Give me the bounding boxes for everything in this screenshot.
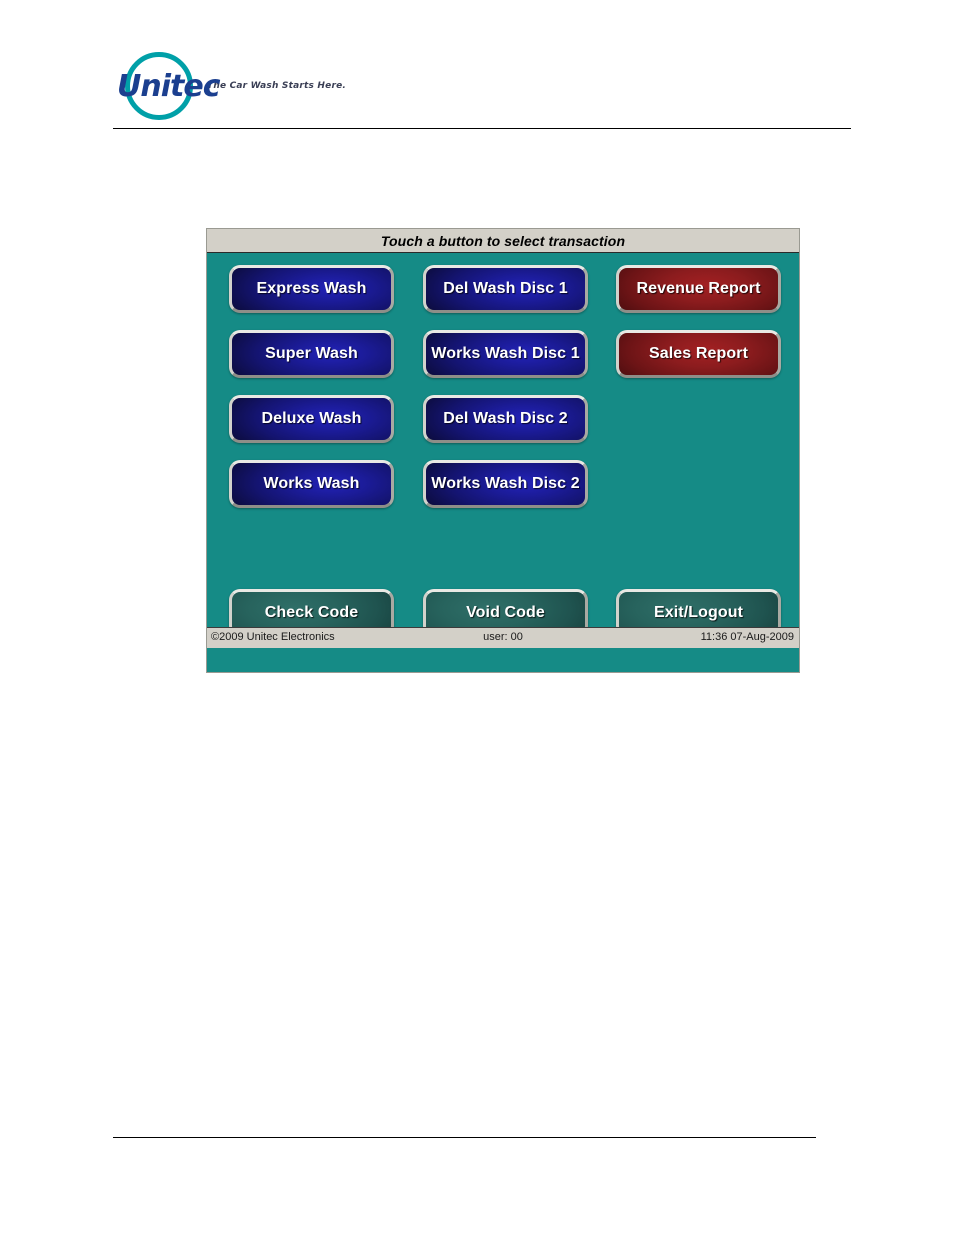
transaction-button-grid: Express Wash Super Wash Deluxe Wash Work… xyxy=(207,253,799,637)
pos-screenshot-panel: Touch a button to select transaction Exp… xyxy=(206,228,800,673)
button-label: Express Wash xyxy=(256,280,367,297)
header-divider xyxy=(113,128,851,129)
pos-body: Express Wash Super Wash Deluxe Wash Work… xyxy=(207,253,799,637)
pos-statusbar: ©2009 Unitec Electronics user: 00 11:36 … xyxy=(207,627,799,648)
button-express-wash[interactable]: Express Wash xyxy=(229,265,394,313)
button-label: Works Wash Disc 1 xyxy=(431,345,580,362)
button-works-wash-disc-2[interactable]: Works Wash Disc 2 xyxy=(423,460,588,508)
button-label: Del Wash Disc 1 xyxy=(443,280,568,297)
page-header: Unitec The Car Wash Starts Here. xyxy=(113,48,851,128)
button-label: Sales Report xyxy=(648,345,748,362)
pos-titlebar: Touch a button to select transaction xyxy=(207,229,799,253)
button-label: Works Wash xyxy=(263,475,360,492)
button-super-wash[interactable]: Super Wash xyxy=(229,330,394,378)
button-works-wash-disc-1[interactable]: Works Wash Disc 1 xyxy=(423,330,588,378)
button-label: Void Code xyxy=(466,604,545,621)
button-sales-report[interactable]: Sales Report xyxy=(616,330,781,378)
button-label: Deluxe Wash xyxy=(261,410,362,427)
unitec-logo: Unitec The Car Wash Starts Here. xyxy=(117,48,517,124)
button-del-wash-disc-2[interactable]: Del Wash Disc 2 xyxy=(423,395,588,443)
button-label: Check Code xyxy=(264,604,359,621)
button-works-wash[interactable]: Works Wash xyxy=(229,460,394,508)
button-deluxe-wash[interactable]: Deluxe Wash xyxy=(229,395,394,443)
statusbar-timestamp: 11:36 07-Aug-2009 xyxy=(700,631,794,643)
logo-wordmark: Unitec xyxy=(117,69,220,104)
logo-tagline: The Car Wash Starts Here. xyxy=(207,81,347,91)
button-label: Exit/Logout xyxy=(653,604,744,621)
button-label: Super Wash xyxy=(265,345,358,362)
button-del-wash-disc-1[interactable]: Del Wash Disc 1 xyxy=(423,265,588,313)
button-label: Works Wash Disc 2 xyxy=(431,475,580,492)
button-label: Revenue Report xyxy=(636,280,761,297)
button-label: Del Wash Disc 2 xyxy=(443,410,568,427)
button-revenue-report[interactable]: Revenue Report xyxy=(616,265,781,313)
footer-divider xyxy=(113,1137,816,1138)
pos-titlebar-text: Touch a button to select transaction xyxy=(380,232,626,249)
